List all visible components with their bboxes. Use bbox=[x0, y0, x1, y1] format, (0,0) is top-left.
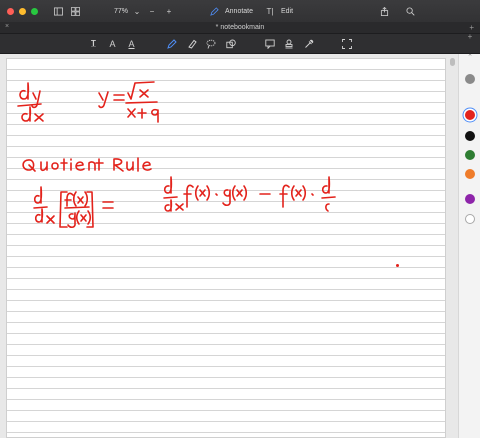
text-insert-icon[interactable] bbox=[206, 38, 217, 49]
color-swatch-green[interactable] bbox=[465, 150, 475, 160]
eraser-icon[interactable] bbox=[186, 38, 197, 49]
tab-title[interactable]: * notebookmain bbox=[216, 24, 265, 31]
ink-dot bbox=[396, 264, 399, 267]
tab-bar: × * notebookmain + bbox=[0, 22, 480, 34]
window-controls bbox=[7, 7, 38, 15]
eyedropper-icon[interactable] bbox=[303, 38, 314, 49]
shapes-icon[interactable] bbox=[225, 38, 236, 49]
pencil-icon bbox=[208, 5, 220, 17]
color-swatch-orange[interactable] bbox=[465, 169, 475, 179]
sidebar-toggle-icon[interactable] bbox=[52, 5, 64, 17]
scrollbar-thumb[interactable] bbox=[450, 58, 455, 66]
color-swatch-gray[interactable] bbox=[465, 74, 475, 84]
handwritten-notes bbox=[17, 81, 336, 229]
zoom-window-button[interactable] bbox=[31, 7, 38, 15]
edit-label: Edit bbox=[281, 7, 294, 15]
search-icon[interactable] bbox=[404, 5, 416, 17]
text-style-icon[interactable]: T̲ bbox=[88, 38, 99, 49]
share-icon[interactable] bbox=[378, 5, 390, 17]
text-cursor-icon: T| bbox=[266, 6, 274, 16]
close-tab-icon[interactable]: × bbox=[5, 23, 9, 30]
font-a-icon[interactable]: A bbox=[107, 38, 118, 49]
zoom-out-icon[interactable]: − bbox=[146, 5, 158, 17]
crop-icon[interactable] bbox=[341, 38, 352, 49]
color-swatch-white[interactable] bbox=[465, 214, 475, 224]
close-window-button[interactable] bbox=[7, 7, 14, 15]
chevron-down-icon[interactable]: ⌄ bbox=[133, 5, 141, 17]
zoom-group: 77% ⌄ − + bbox=[114, 5, 175, 17]
minimize-window-button[interactable] bbox=[19, 7, 26, 15]
view-group bbox=[52, 5, 81, 17]
color-swatch-red[interactable] bbox=[465, 110, 475, 120]
stamp-icon[interactable] bbox=[283, 38, 294, 49]
chevron-up-icon[interactable]: ⌃ bbox=[464, 51, 476, 63]
document-area bbox=[0, 54, 458, 438]
add-page-icon[interactable]: + bbox=[464, 30, 476, 42]
color-swatch-purple[interactable] bbox=[465, 194, 475, 204]
highlight-a-icon[interactable]: A bbox=[126, 38, 137, 49]
color-swatch-black[interactable] bbox=[465, 131, 475, 141]
notebook-page[interactable] bbox=[6, 58, 446, 438]
annotate-label: Annotate bbox=[225, 7, 254, 15]
markup-toolbar: T̲ A A bbox=[0, 34, 480, 54]
zoom-in-icon[interactable]: + bbox=[163, 5, 175, 17]
edit-button[interactable]: T| Edit bbox=[264, 5, 294, 17]
color-palette: + ⌃ bbox=[458, 32, 480, 438]
pen-icon[interactable] bbox=[166, 38, 177, 49]
annotate-button[interactable]: Annotate bbox=[208, 5, 253, 17]
zoom-level[interactable]: 77% bbox=[114, 8, 128, 15]
grid-view-icon[interactable] bbox=[69, 5, 81, 17]
window-toolbar: 77% ⌄ − + Annotate T| Edit bbox=[0, 0, 480, 22]
comment-icon[interactable] bbox=[264, 38, 275, 49]
